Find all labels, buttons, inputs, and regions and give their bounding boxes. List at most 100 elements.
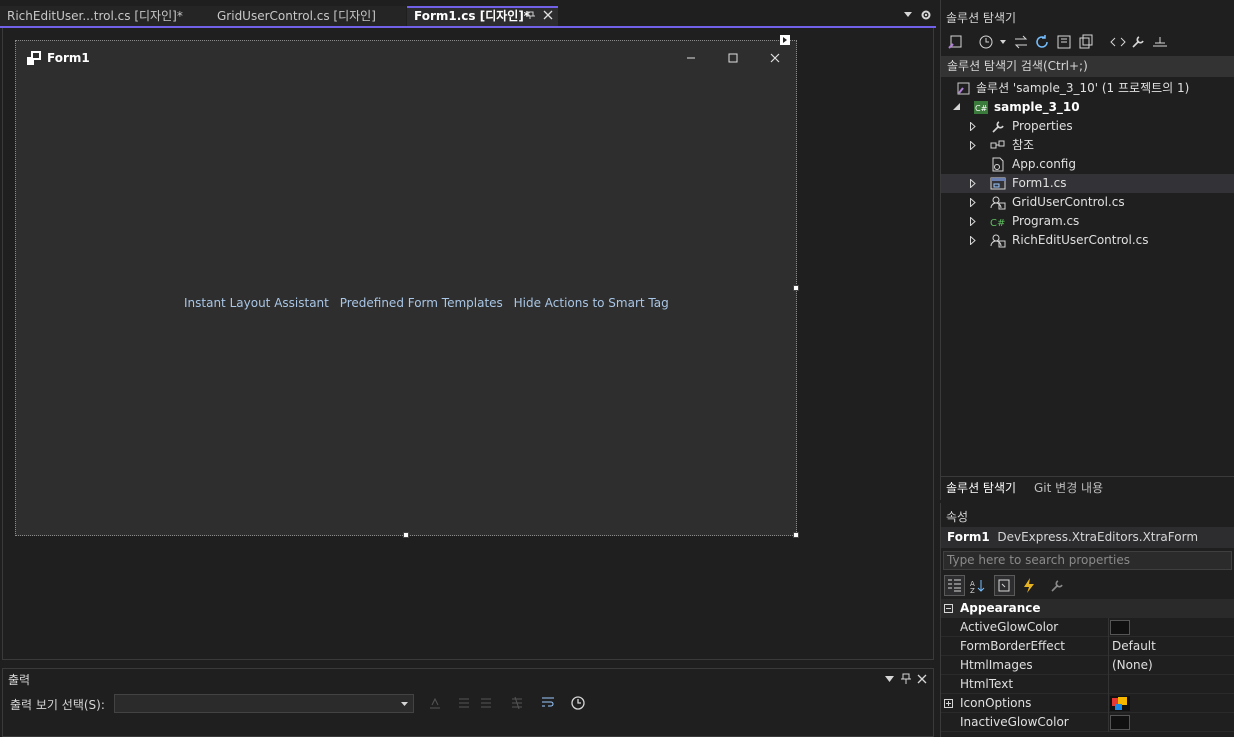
property-row[interactable]: InactiveGlowColor xyxy=(941,713,1234,732)
clear-all-icon[interactable] xyxy=(510,696,524,710)
tree-item[interactable]: App.config xyxy=(941,155,1234,174)
category-label: Appearance xyxy=(960,601,1041,615)
resize-handle-right[interactable] xyxy=(793,285,799,291)
column-divider xyxy=(1108,675,1109,694)
property-value[interactable]: Default xyxy=(1112,637,1156,656)
tree-item[interactable]: RichEditUserControl.cs xyxy=(941,231,1234,250)
word-wrap-icon[interactable] xyxy=(540,695,556,711)
property-row[interactable]: HtmlImages (None) xyxy=(941,656,1234,675)
gear-icon[interactable] xyxy=(920,9,932,21)
next-message-icon[interactable] xyxy=(479,696,493,710)
tree-label: App.config xyxy=(1012,157,1076,171)
properties-toolbar: A Z xyxy=(941,574,1234,598)
properties-search[interactable]: Type here to search properties xyxy=(943,551,1232,570)
events-icon[interactable] xyxy=(1021,577,1037,594)
preview-selected-icon[interactable] xyxy=(1152,34,1168,50)
tree-label: 참조 xyxy=(1012,138,1035,152)
tab-solution-explorer[interactable]: 솔루션 탐색기 xyxy=(946,479,1016,496)
tree-item[interactable]: 참조 xyxy=(941,136,1234,155)
tree-project[interactable]: C# sample_3_10 xyxy=(941,98,1234,117)
tab-grid-designer[interactable]: GridUserControl.cs [디자인] xyxy=(210,6,406,26)
collapse-icon[interactable] xyxy=(944,604,953,613)
categorized-button[interactable] xyxy=(944,575,965,596)
collapsed-arrow-icon[interactable] xyxy=(970,198,976,207)
form-icon xyxy=(27,51,41,65)
property-name: FormBorderEffect xyxy=(960,639,1065,653)
form-canvas[interactable] xyxy=(18,43,794,533)
property-value[interactable]: (None) xyxy=(1112,656,1153,675)
tab-git-changes[interactable]: Git 변경 내용 xyxy=(1034,479,1103,496)
solution-explorer-search[interactable]: 솔루션 탐색기 검색(Ctrl+;) xyxy=(941,56,1234,77)
close-icon[interactable] xyxy=(917,674,927,684)
alphabetical-icon[interactable]: A Z xyxy=(970,578,986,594)
collapsed-arrow-icon[interactable] xyxy=(970,179,976,188)
references-icon xyxy=(990,140,1005,149)
color-swatch[interactable] xyxy=(1110,715,1130,730)
resize-handle-bottom[interactable] xyxy=(403,532,409,538)
properties-button[interactable] xyxy=(994,575,1015,596)
properties-title: 속성 xyxy=(946,510,969,524)
instant-layout-assistant-link[interactable]: Instant Layout Assistant xyxy=(184,296,329,310)
chevron-down-icon[interactable] xyxy=(885,676,894,682)
previous-message-icon[interactable] xyxy=(457,696,471,710)
property-row[interactable]: ActiveGlowColor xyxy=(941,618,1234,637)
property-pages-icon[interactable] xyxy=(1049,578,1065,594)
document-tab-bar: RichEditUser...trol.cs [디자인]* GridUserCo… xyxy=(0,0,936,28)
find-message-icon[interactable] xyxy=(428,696,442,710)
property-row[interactable]: FormBorderEffect Default xyxy=(941,637,1234,656)
chevron-down-icon[interactable] xyxy=(903,10,913,18)
property-row[interactable]: IconOptions xyxy=(941,694,1234,713)
expanded-arrow-icon[interactable] xyxy=(953,103,960,110)
show-all-files-icon[interactable] xyxy=(1078,34,1094,50)
switch-views-icon[interactable] xyxy=(948,34,964,50)
user-control-icon xyxy=(990,234,1006,248)
smart-actions-bar: Instant Layout Assistant Predefined Form… xyxy=(184,296,676,310)
tree-item[interactable]: C# Program.cs xyxy=(941,212,1234,231)
property-name: HtmlText xyxy=(960,677,1014,691)
pin-icon[interactable] xyxy=(901,673,911,685)
properties-object-selector[interactable]: Form1 DevExpress.XtraEditors.XtraForm xyxy=(941,527,1234,548)
pin-icon[interactable] xyxy=(526,10,536,20)
svg-text:C#: C# xyxy=(990,218,1005,229)
tree-item[interactable]: Form1.cs xyxy=(941,174,1234,193)
user-control-icon xyxy=(990,196,1006,210)
view-code-icon[interactable] xyxy=(1110,34,1126,50)
output-source-select[interactable] xyxy=(114,694,414,713)
form-icon xyxy=(990,177,1006,190)
tree-item[interactable]: GridUserControl.cs xyxy=(941,193,1234,212)
collapse-all-icon[interactable] xyxy=(1056,34,1072,50)
svg-text:Z: Z xyxy=(970,587,975,594)
refresh-icon[interactable] xyxy=(1034,34,1050,50)
close-icon[interactable] xyxy=(543,10,553,20)
property-row[interactable]: HtmlText xyxy=(941,675,1234,694)
svg-text:C#: C# xyxy=(975,104,988,113)
sync-icon[interactable] xyxy=(1013,34,1029,50)
chevron-down-icon[interactable] xyxy=(1000,40,1006,44)
icon-options-swatch[interactable] xyxy=(1110,695,1130,712)
hide-actions-link[interactable]: Hide Actions to Smart Tag xyxy=(514,296,669,310)
solution-icon xyxy=(957,82,970,95)
property-name: HtmlImages xyxy=(960,658,1033,672)
collapsed-arrow-icon[interactable] xyxy=(970,236,976,245)
tab-richedit-designer[interactable]: RichEditUser...trol.cs [디자인]* xyxy=(0,6,210,26)
clock-icon[interactable] xyxy=(570,695,586,711)
object-type: DevExpress.XtraEditors.XtraForm xyxy=(997,530,1199,544)
pending-changes-filter-icon[interactable] xyxy=(978,34,994,50)
resize-handle-corner[interactable] xyxy=(793,532,799,538)
smart-tag-icon[interactable] xyxy=(780,35,790,45)
collapsed-arrow-icon[interactable] xyxy=(970,141,976,150)
collapsed-arrow-icon[interactable] xyxy=(970,217,976,226)
tree-solution[interactable]: 솔루션 'sample_3_10' (1 프로젝트의 1) xyxy=(941,79,1234,98)
output-source-label: 출력 보기 선택(S): xyxy=(10,698,105,712)
tree-item[interactable]: Properties xyxy=(941,117,1234,136)
close-icon[interactable] xyxy=(767,50,783,66)
wrench-icon[interactable] xyxy=(1130,34,1146,50)
color-swatch[interactable] xyxy=(1110,620,1130,635)
csharp-file-icon: C# xyxy=(990,218,1005,229)
predefined-form-templates-link[interactable]: Predefined Form Templates xyxy=(340,296,503,310)
minimize-icon[interactable] xyxy=(683,50,699,66)
collapsed-arrow-icon[interactable] xyxy=(970,122,976,131)
property-category-appearance[interactable]: Appearance xyxy=(941,599,1234,618)
maximize-icon[interactable] xyxy=(725,50,741,66)
expand-icon[interactable] xyxy=(944,699,953,708)
